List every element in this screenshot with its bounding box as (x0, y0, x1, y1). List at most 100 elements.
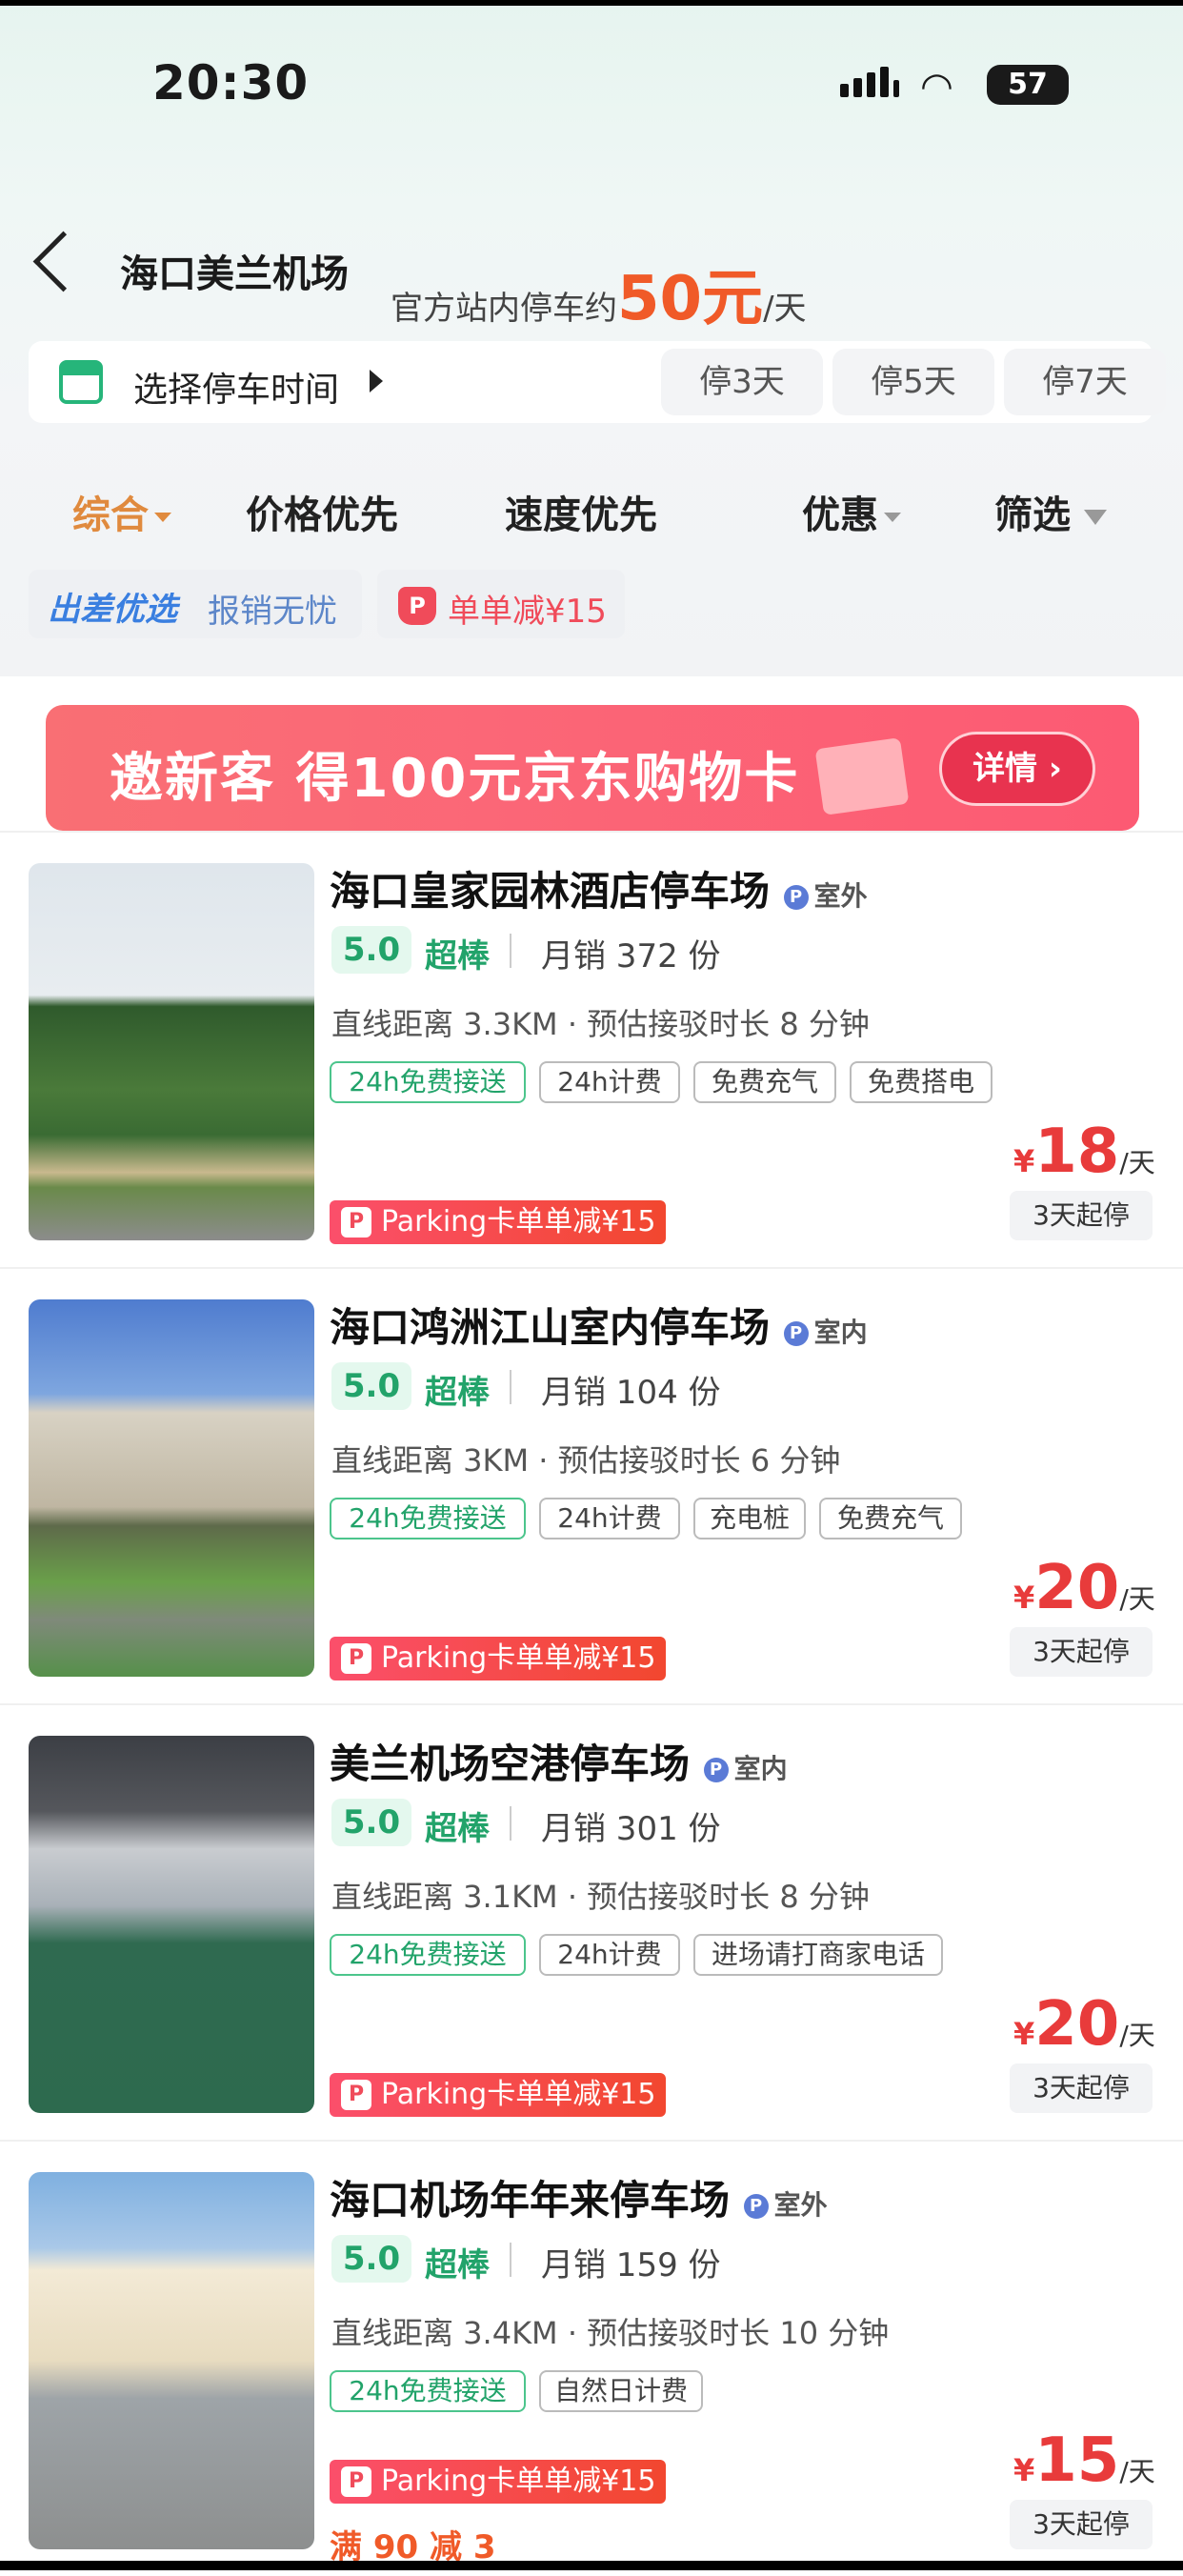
chevron-down-icon (154, 513, 171, 522)
listing-name[interactable]: 海口鸿洲江山室内停车场 P 室内 (330, 1296, 868, 1354)
tab-speed-first[interactable]: 速度优先 (505, 484, 657, 539)
listing-name-text: 美兰机场空港停车场 (330, 1741, 691, 1787)
price-value: 18 (1034, 1117, 1120, 1187)
coupon-icon: P (341, 1643, 371, 1674)
parking-card-text: Parking卡单单减¥15 (381, 2465, 656, 2498)
divider (510, 2243, 511, 2277)
service-tag: 进场请打商家电话 (693, 1934, 943, 1976)
listing-name[interactable]: 海口皇家园林酒店停车场 P 室外 (330, 859, 868, 917)
select-parking-time[interactable]: 选择停车时间 (133, 362, 339, 412)
parking-card-text: Parking卡单单减¥15 (381, 2078, 656, 2111)
filter-icon (1084, 510, 1107, 525)
listing-photo[interactable] (29, 1736, 314, 2113)
listing-photo[interactable] (29, 1299, 314, 1677)
parking-card-discount: P Parking卡单单减¥15 (330, 1637, 666, 1680)
listing-name-text: 海口鸿洲江山室内停车场 (330, 1304, 771, 1351)
distance-info: 直线距离 3.3KM · 预估接驳时长 8 分钟 (331, 1006, 870, 1042)
preset-7-days[interactable]: 停7天 (1004, 349, 1166, 415)
minimum-days: 3天起停 (1010, 1627, 1153, 1677)
distance-info: 直线距离 3KM · 预估接驳时长 6 分钟 (331, 1442, 841, 1479)
price-unit: /天 (1119, 1147, 1155, 1178)
price-value: 20 (1034, 1989, 1120, 2060)
business-trip-title: 出差优选 (48, 591, 177, 629)
location-type: P 室外 (783, 880, 868, 912)
official-price-suffix: /天 (763, 290, 807, 328)
tab-price-first[interactable]: 价格优先 (246, 484, 398, 539)
battery-icon: 57 (987, 65, 1069, 105)
location-type-text: 室内 (733, 1753, 788, 1784)
status-time: 20:30 (152, 55, 310, 111)
divider (510, 1806, 511, 1841)
listing-name-text: 海口机场年年来停车场 (330, 2177, 731, 2224)
minimum-days: 3天起停 (1010, 1191, 1153, 1240)
daily-price: ¥18/天 (1013, 1117, 1155, 1187)
score-badge: 5.0 (331, 1799, 411, 1846)
daily-price: ¥20/天 (1013, 1989, 1155, 2060)
minimum-days: 3天起停 (1010, 2500, 1153, 2549)
location-type: P 室外 (743, 2189, 828, 2221)
minimum-days: 3天起停 (1010, 2063, 1153, 2113)
screen-edge (0, 0, 1183, 6)
service-tag: 免费搭电 (850, 1061, 993, 1103)
location-type-text: 室外 (773, 2189, 828, 2221)
score-badge: 5.0 (331, 926, 411, 974)
screen-edge-bottom (0, 2561, 1183, 2570)
price-unit: /天 (1119, 2020, 1155, 2051)
listing-name[interactable]: 海口机场年年来停车场 P 室外 (330, 2168, 828, 2226)
price-unit: /天 (1119, 1583, 1155, 1615)
discount-chip-label: 单单减¥15 (448, 593, 607, 631)
daily-price: ¥15/天 (1013, 2425, 1155, 2496)
score-badge: 5.0 (331, 2235, 411, 2283)
rating-label: 超棒 (425, 937, 490, 976)
banner-details-button[interactable]: 详情 › (939, 732, 1095, 806)
official-price-note: 官方站内停车约50元/天 (391, 250, 807, 337)
parking-card-text: Parking卡单单减¥15 (381, 1641, 656, 1675)
price-value: 15 (1034, 2425, 1120, 2496)
currency-symbol: ¥ (1013, 2452, 1035, 2488)
service-tag: 免费充气 (819, 1498, 962, 1540)
rating-label: 超棒 (425, 1810, 490, 1848)
currency-symbol: ¥ (1013, 1580, 1035, 1616)
location-type: P 室内 (703, 1753, 788, 1784)
parking-card-discount: P Parking卡单单减¥15 (330, 2073, 666, 2117)
caret-right-icon[interactable] (370, 370, 383, 392)
divider (0, 1267, 1183, 1269)
tab-filter-label: 筛选 (994, 493, 1071, 537)
service-tag: 自然日计费 (539, 2370, 703, 2412)
parking-card-discount: P Parking卡单单减¥15 (330, 2460, 666, 2504)
rating-label: 超棒 (425, 2246, 490, 2284)
tab-overall-label: 综合 (72, 493, 149, 537)
parking-card-discount: P Parking卡单单减¥15 (330, 1200, 666, 1244)
tab-overall[interactable]: 综合 (72, 484, 171, 539)
parking-p-icon: P (703, 1758, 729, 1782)
listing-photo[interactable] (29, 863, 314, 1240)
price-value: 20 (1034, 1553, 1120, 1623)
rating-label: 超棒 (425, 1374, 490, 1412)
listing-name-text: 海口皇家园林酒店停车场 (330, 868, 771, 915)
chevron-down-icon (884, 513, 901, 522)
tab-discount[interactable]: 优惠 (802, 484, 901, 539)
service-tag: 充电桩 (693, 1498, 806, 1540)
price-unit: /天 (1119, 2456, 1155, 2487)
distance-info: 直线距离 3.1KM · 预估接驳时长 8 分钟 (331, 1879, 870, 1915)
promo-banner-text: 邀新客 得100元京东购物卡 (110, 748, 800, 810)
divider (510, 1370, 511, 1404)
preset-5-days[interactable]: 停5天 (832, 349, 994, 415)
preset-3-days[interactable]: 停3天 (661, 349, 823, 415)
score-badge: 5.0 (331, 1362, 411, 1410)
currency-symbol: ¥ (1013, 1143, 1035, 1179)
wifi-icon: ◠ (920, 65, 953, 109)
tab-filter[interactable]: 筛选 (994, 484, 1107, 539)
monthly-sales: 月销 104 份 (541, 1374, 721, 1412)
monthly-sales: 月销 301 份 (541, 1810, 721, 1848)
currency-symbol: ¥ (1013, 2016, 1035, 2052)
divider (0, 2140, 1183, 2142)
service-tag: 免费充气 (693, 1061, 836, 1103)
official-price-prefix: 官方站内停车约 (391, 290, 617, 328)
coupon-icon: P (341, 1207, 371, 1238)
parking-p-icon: P (743, 2194, 769, 2219)
service-tag: 24h免费接送 (330, 1934, 526, 1976)
coupon-icon: P (341, 2080, 371, 2110)
listing-name[interactable]: 美兰机场空港停车场 P 室内 (330, 1732, 788, 1790)
listing-photo[interactable] (29, 2172, 314, 2549)
